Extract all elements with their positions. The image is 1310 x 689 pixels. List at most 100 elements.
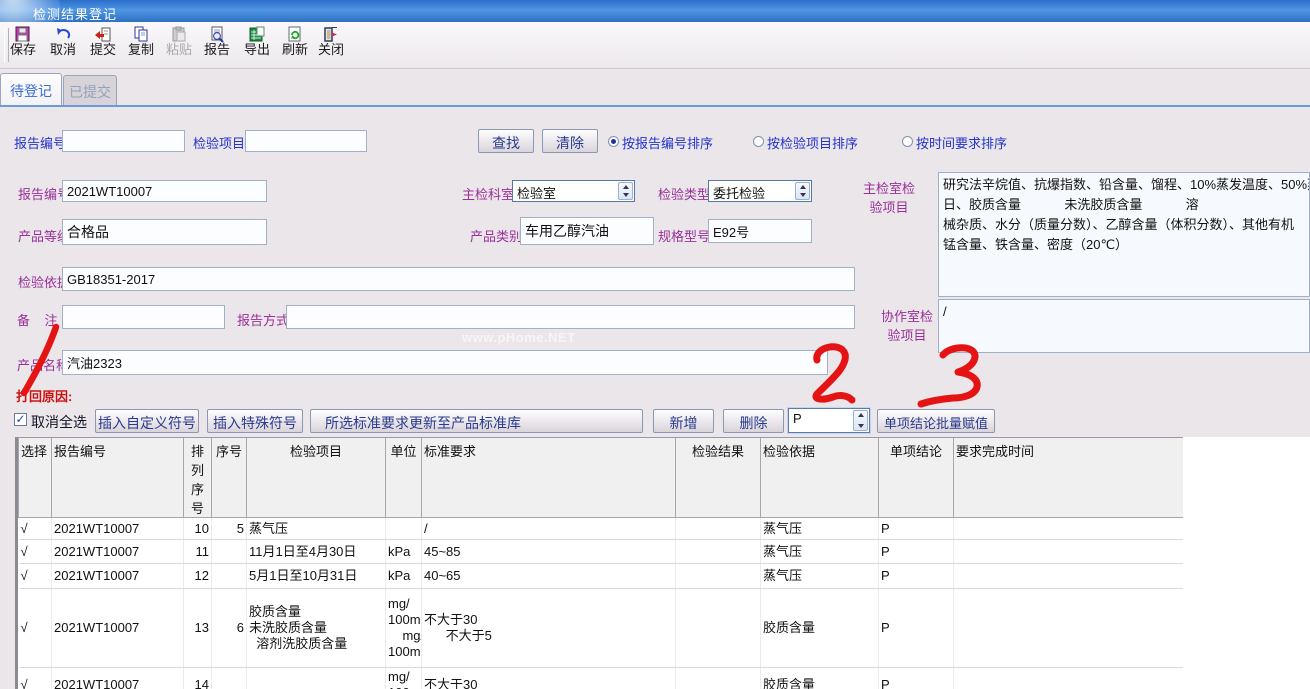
cell-unit: mg/ 100mL mg/ 100mL	[386, 589, 422, 668]
insert-special-symbol-button[interactable]: 插入特殊符号	[207, 409, 303, 433]
col-result[interactable]: 检验结果	[676, 438, 761, 518]
submit-button[interactable]: 提交	[84, 24, 122, 66]
uncheck-all-checkbox[interactable]: ✓	[14, 413, 27, 426]
report-method-input[interactable]	[286, 305, 855, 329]
main-dept-dropdown[interactable]: 检验室	[512, 180, 635, 202]
search-item-input[interactable]	[245, 130, 367, 152]
test-type-dropdown[interactable]: 委托检验	[708, 180, 812, 202]
spinner-icon[interactable]	[853, 410, 868, 431]
main-items-textarea[interactable]: 研究法辛烷值、抗爆指数、铅含量、馏程、10%蒸发温度、50%蒸 日、胶质含量 未…	[938, 172, 1310, 297]
close-icon	[322, 26, 340, 43]
coop-items-label: 协作室检验项目	[880, 306, 934, 344]
tab-underline	[0, 105, 1310, 107]
report-button[interactable]: 报告	[198, 24, 236, 66]
remark-input[interactable]	[62, 305, 225, 329]
col-seq-no[interactable]: 序号	[212, 438, 247, 518]
copy-button[interactable]: 复制	[122, 24, 160, 66]
row-check[interactable]: √	[19, 589, 52, 668]
report-method-label: 报告方式	[237, 310, 289, 329]
find-button[interactable]: 查找	[478, 129, 534, 153]
refresh-button[interactable]: 刷新	[276, 24, 314, 66]
insert-custom-symbol-button[interactable]: 插入自定义符号	[95, 409, 199, 433]
export-button[interactable]: 导出	[238, 24, 276, 66]
cell-result	[676, 668, 761, 689]
col-item[interactable]: 检验项目	[247, 438, 386, 518]
sort-by-item-label: 按检验项目排序	[767, 133, 858, 152]
sort-by-item-radio[interactable]	[753, 136, 764, 147]
cell-report-no: 2021WT10007	[52, 518, 184, 540]
col-select[interactable]: 选择	[19, 438, 52, 518]
export-icon	[248, 26, 266, 43]
delete-button[interactable]: 删除	[723, 409, 784, 433]
cell-std-req: 不大于30	[422, 668, 676, 689]
sort-by-report-no-radio[interactable]	[608, 136, 619, 147]
batch-assign-button[interactable]: 单项结论批量赋值	[877, 409, 995, 433]
col-conclusion[interactable]: 单项结论	[879, 438, 954, 518]
cell-seq-no: 5	[212, 518, 247, 540]
copy-icon	[132, 26, 150, 43]
cell-result	[676, 540, 761, 564]
col-due-time[interactable]: 要求完成时间	[954, 438, 1184, 518]
sort-by-report-no-label: 按报告编号排序	[622, 133, 713, 152]
row-check[interactable]: √	[19, 540, 52, 564]
conclusion-dropdown[interactable]: P	[788, 408, 870, 433]
test-type-label: 检验类型	[658, 184, 710, 203]
sort-by-time-radio[interactable]	[902, 136, 913, 147]
col-std-req[interactable]: 标准要求	[422, 438, 676, 518]
coop-items-textarea[interactable]: /	[938, 299, 1310, 353]
cell-unit	[386, 518, 422, 540]
col-basis[interactable]: 检验依据	[761, 438, 879, 518]
cell-result	[676, 518, 761, 540]
toolbar: 保存 取消 提交 复制 粘贴	[0, 22, 1310, 69]
watermark: www.pHome.NET	[462, 330, 576, 345]
cell-report-no: 2021WT10007	[52, 540, 184, 564]
spinner-icon[interactable]	[618, 182, 633, 200]
product-category-input[interactable]	[520, 217, 654, 245]
tab-strip: 待登记 已提交	[0, 73, 1310, 105]
cancel-button[interactable]: 取消	[44, 24, 82, 66]
cell-item: 5月1日至10月31日	[247, 564, 386, 589]
cell-basis: 胶质含量	[761, 668, 879, 689]
handwritten-digit-3	[921, 348, 977, 404]
test-basis-input[interactable]	[62, 267, 855, 291]
cell-sort-no: 11	[184, 540, 212, 564]
cell-conclusion: P	[879, 518, 954, 540]
tab-submitted[interactable]: 已提交	[63, 75, 117, 105]
product-name-input[interactable]	[62, 350, 828, 375]
cell-conclusion: P	[879, 668, 954, 689]
cell-unit: kPa	[386, 540, 422, 564]
table-row: √ 2021WT10007 13 6 胶质含量 未洗胶质含量 溶剂洗胶质含量 m…	[19, 589, 1184, 668]
window-title: 检测结果登记	[33, 4, 117, 22]
cell-report-no: 2021WT10007	[52, 564, 184, 589]
save-button[interactable]: 保存	[4, 24, 42, 66]
paste-button: 粘贴	[160, 24, 198, 66]
add-button[interactable]: 新增	[653, 409, 714, 433]
row-check[interactable]: √	[19, 518, 52, 540]
col-report-no[interactable]: 报告编号	[52, 438, 184, 518]
row-check[interactable]: √	[19, 564, 52, 589]
cell-item: 胶质含量 未洗胶质含量 溶剂洗胶质含量	[247, 589, 386, 668]
cell-conclusion: P	[879, 564, 954, 589]
search-report-no-input[interactable]	[62, 130, 185, 152]
spec-model-input[interactable]	[708, 219, 812, 243]
update-standards-button[interactable]: 所选标准要求更新至产品标准库	[310, 409, 643, 433]
cell-seq-no	[212, 540, 247, 564]
copy-label: 复制	[122, 43, 160, 57]
col-sort-no[interactable]: 排列序号	[184, 438, 212, 518]
row-check[interactable]: √	[19, 668, 52, 689]
paste-label: 粘贴	[160, 43, 198, 57]
product-grade-input[interactable]	[62, 219, 267, 245]
report-no-input[interactable]	[62, 180, 267, 202]
col-unit[interactable]: 单位	[386, 438, 422, 518]
close-button[interactable]: 关闭	[312, 24, 350, 66]
spinner-icon[interactable]	[795, 182, 810, 200]
tab-pending[interactable]: 待登记	[0, 73, 62, 105]
conclusion-value: P	[793, 411, 802, 426]
cell-due-time	[954, 540, 1184, 564]
report-icon	[208, 26, 226, 43]
cell-seq-no	[212, 564, 247, 589]
report-label: 报告	[198, 43, 236, 57]
cell-result	[676, 589, 761, 668]
cell-unit: kPa	[386, 564, 422, 589]
clear-button[interactable]: 清除	[542, 129, 598, 153]
